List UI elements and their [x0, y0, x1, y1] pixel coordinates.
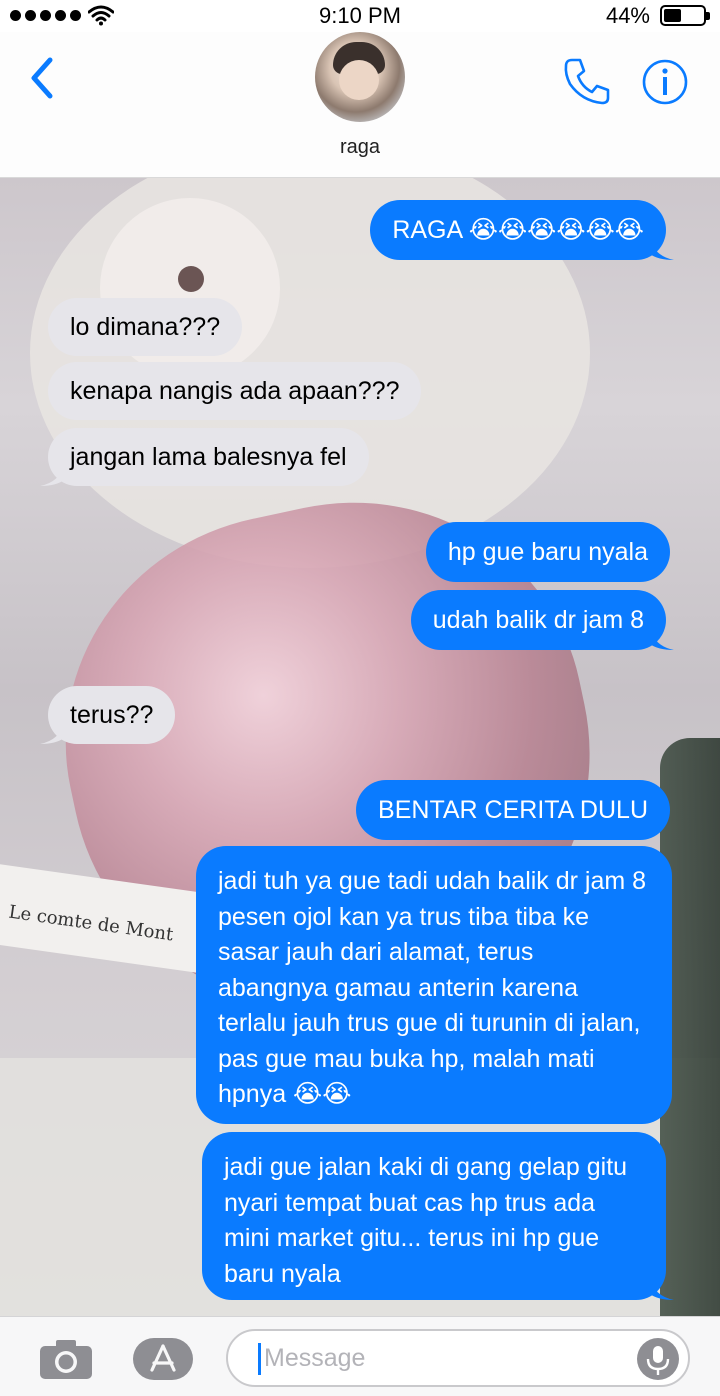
camera-icon[interactable]	[38, 1337, 94, 1381]
message-text: kenapa nangis ada apaan???	[70, 377, 400, 405]
bubble-tail	[40, 464, 64, 486]
message-input[interactable]: Message	[226, 1329, 690, 1387]
contact-name[interactable]: raga	[0, 136, 720, 159]
message-text: jadi tuh ya gue tadi udah balik dr jam 8…	[218, 867, 647, 1108]
status-bar: 9:10 PM 44%	[0, 0, 720, 32]
microphone-icon[interactable]	[636, 1337, 680, 1381]
incoming-message[interactable]: lo dimana???	[48, 298, 243, 356]
bubble-tail	[40, 722, 64, 744]
message-text: lo dimana???	[70, 313, 221, 341]
bubble-tail	[650, 1278, 674, 1300]
message-text: jadi gue jalan kaki di gang gelap gitu n…	[224, 1153, 628, 1288]
battery-percent: 44%	[605, 3, 650, 28]
incoming-message[interactable]: jangan lama balesnya fel	[40, 428, 369, 486]
battery-icon	[660, 5, 710, 26]
outgoing-message[interactable]: udah balik dr jam 8	[410, 590, 674, 650]
message-text: udah balik dr jam 8	[432, 606, 644, 634]
avatar[interactable]	[315, 32, 405, 122]
message-input-bar: Message	[0, 1316, 720, 1396]
outgoing-message[interactable]: jadi gue jalan kaki di gang gelap gitu n…	[202, 1132, 674, 1300]
incoming-message[interactable]: kenapa nangis ada apaan???	[48, 362, 422, 420]
phone-icon[interactable]	[562, 56, 610, 106]
message-text: hp gue baru nyala	[447, 538, 648, 566]
outgoing-message[interactable]: BENTAR CERITA DULU	[356, 780, 670, 840]
outgoing-message[interactable]: hp gue baru nyala	[425, 522, 670, 582]
message-placeholder: Message	[264, 1344, 366, 1372]
message-thread[interactable]: Le comte de Mont RAGA 😭😭😭😭😭😭 lo dimana??…	[0, 178, 720, 1316]
conversation-header: raga	[0, 32, 720, 178]
app-store-icon[interactable]	[132, 1337, 194, 1381]
message-text: jangan lama balesnya fel	[70, 443, 347, 471]
message-text: RAGA 😭😭😭😭😭😭	[392, 216, 644, 244]
chevron-left-icon[interactable]	[26, 54, 60, 102]
bubble-tail	[650, 628, 674, 650]
background-record-hole	[178, 266, 204, 292]
outgoing-message[interactable]: RAGA 😭😭😭😭😭😭	[370, 200, 674, 260]
bubble-tail	[650, 238, 674, 260]
incoming-message[interactable]: terus??	[40, 686, 176, 744]
message-text: BENTAR CERITA DULU	[378, 796, 648, 824]
message-text: terus??	[70, 701, 154, 729]
text-cursor	[258, 1343, 261, 1375]
info-icon[interactable]	[641, 58, 689, 106]
outgoing-message[interactable]: jadi tuh ya gue tadi udah balik dr jam 8…	[196, 846, 672, 1124]
